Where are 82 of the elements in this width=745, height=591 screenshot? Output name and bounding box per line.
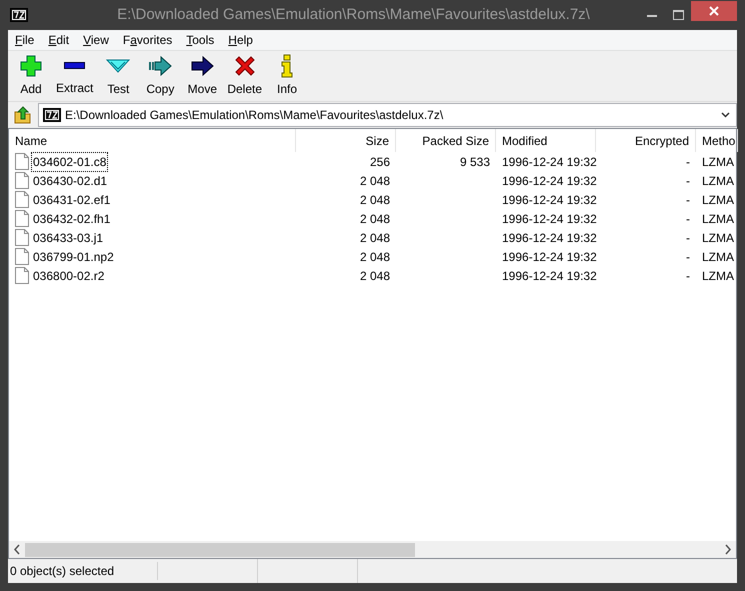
file-icon	[15, 191, 29, 208]
table-cell-text: LZMA	[702, 268, 734, 284]
table-cell-text: 2 048	[360, 268, 390, 284]
table-cell-text: 2 048	[360, 192, 390, 208]
menu-item[interactable]: Help	[221, 31, 260, 49]
table-cell-text: LZMA	[702, 230, 734, 246]
menu-item[interactable]: Favorites	[116, 31, 180, 49]
file-icon	[15, 153, 29, 170]
table-cell-text: LZMA	[702, 192, 734, 208]
toolbar-button[interactable]: Test	[97, 54, 140, 98]
file-name[interactable]: 036431-02.ef1	[31, 190, 112, 210]
table-cell-text: LZMA	[702, 154, 734, 170]
table-cell-text: -	[686, 172, 690, 190]
toolbar-button[interactable]: Add	[10, 54, 52, 98]
table-cell-text: LZMA	[702, 248, 734, 266]
app-icon	[10, 8, 28, 22]
table-cell-text: 2 048	[360, 248, 390, 266]
file-name[interactable]: 036430-02.d1	[31, 170, 110, 190]
table-cell-text: -	[686, 230, 690, 246]
table-cell-text: 2 048	[360, 172, 390, 190]
file-name[interactable]: 036800-02.r2	[31, 266, 106, 286]
column-header[interactable]: Packed Size	[396, 129, 496, 152]
arrow-icon	[148, 54, 172, 78]
dropdown-icon	[721, 112, 730, 118]
delete-icon	[232, 54, 257, 78]
menu-item[interactable]: View	[76, 31, 116, 49]
file-icon	[15, 172, 29, 189]
menu-item[interactable]: Edit	[41, 31, 76, 49]
table-cell-text: 9 533	[460, 154, 490, 170]
table-cell-text: -	[686, 268, 690, 284]
table-cell-text: LZMA	[702, 210, 734, 228]
arrow-icon	[190, 54, 214, 78]
file-icon	[15, 248, 29, 265]
table-cell-text: 1996-12-24 19:32	[502, 268, 597, 284]
status-text: 0 object(s) selected	[8, 562, 158, 580]
close-button[interactable]	[691, 1, 737, 21]
menu-item[interactable]: Tools	[179, 31, 222, 49]
table-cell-text: 2 048	[360, 210, 390, 228]
archive-icon	[43, 108, 61, 122]
table-cell-text: 1996-12-24 19:32	[502, 230, 597, 246]
toolbar-button[interactable]: Copy	[139, 54, 182, 98]
horizontal-scrollbar[interactable]	[9, 541, 736, 558]
file-name[interactable]: 036433-03.j1	[31, 228, 106, 248]
menu-item[interactable]: File	[8, 31, 42, 49]
minus-icon	[64, 62, 86, 69]
scroll-left-icon	[14, 544, 20, 555]
scrollbar-thumb[interactable]	[25, 542, 415, 556]
file-name[interactable]: 036432-02.fh1	[31, 208, 112, 228]
column-header[interactable]: Encrypted	[596, 129, 696, 152]
table-cell-text: 2 048	[360, 230, 390, 246]
table-cell-text: 1996-12-24 19:32	[502, 192, 597, 208]
column-header[interactable]: Name	[9, 129, 296, 152]
folder-up-icon	[14, 106, 32, 124]
table-cell-text: 1996-12-24 19:32	[502, 248, 597, 266]
table-cell-text: 1996-12-24 19:32	[502, 210, 597, 228]
close-icon	[709, 6, 719, 16]
file-name[interactable]: 036799-01.np2	[31, 246, 116, 266]
address-field[interactable]: E:\Downloaded Games\Emulation\Roms\Mame\Favourites\astdelux.7z\	[38, 102, 737, 126]
file-icon	[15, 229, 29, 246]
column-header[interactable]: Metho	[696, 129, 738, 152]
toolbar-button[interactable]: Delete	[223, 54, 266, 98]
window-title: E:\Downloaded Games\Emulation\Roms\Mame\Favourites\astdelux.7z\	[116, 4, 591, 25]
plus-icon	[19, 54, 43, 78]
table-cell-text: -	[686, 210, 690, 228]
scroll-right-icon	[725, 544, 731, 555]
table-cell-text: -	[686, 248, 690, 266]
column-header[interactable]: Modified	[496, 129, 596, 152]
minimize-icon	[647, 14, 657, 16]
column-header[interactable]: Size	[296, 129, 396, 152]
table-cell-text: -	[686, 154, 690, 170]
table-cell-text: LZMA	[702, 172, 734, 190]
file-icon	[15, 210, 29, 227]
toolbar-button[interactable]: Move	[181, 54, 224, 98]
table-cell-text: 256	[370, 154, 390, 170]
toolbar-button[interactable]: Info	[266, 54, 308, 98]
maximize-icon	[672, 10, 684, 20]
table-cell-text: 1996-12-24 19:32	[502, 154, 597, 170]
file-icon	[15, 267, 29, 284]
file-name[interactable]: 034602-01.c8	[31, 152, 108, 172]
table-cell-text: 1996-12-24 19:32	[502, 172, 597, 190]
toolbar-button[interactable]: Extract	[52, 54, 98, 97]
table-cell-text: -	[686, 192, 690, 208]
